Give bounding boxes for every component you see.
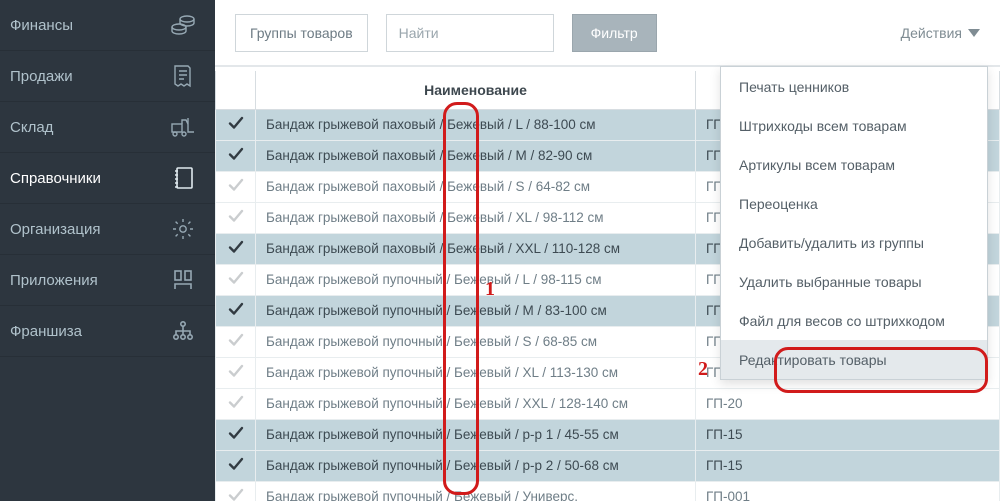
- check-icon[interactable]: [228, 270, 244, 286]
- cell-name: Бандаж грыжевой пупочный / Бежевый / р-р…: [256, 419, 696, 450]
- table-row[interactable]: Бандаж грыжевой пупочный / Бежевый / р-р…: [216, 450, 1000, 481]
- table-row[interactable]: Бандаж грыжевой пупочный / Бежевый / Уни…: [216, 481, 1000, 501]
- cell-sku: ГП-20: [696, 388, 1000, 419]
- table-row[interactable]: Бандаж грыжевой пупочный / Бежевый / XXL…: [216, 388, 1000, 419]
- check-icon[interactable]: [228, 487, 244, 501]
- check-icon[interactable]: [228, 177, 244, 193]
- cell-name: Бандаж грыжевой пупочный / Бежевый / S /…: [256, 326, 696, 357]
- check-icon[interactable]: [228, 115, 244, 131]
- check-icon[interactable]: [228, 239, 244, 255]
- sidebar-item-label: Финансы: [10, 17, 73, 34]
- actions-menu-item-5[interactable]: Удалить выбранные товары: [721, 262, 987, 301]
- actions-menu-item-4[interactable]: Добавить/удалить из группы: [721, 223, 987, 262]
- sidebar-item-1[interactable]: Продажи: [0, 51, 215, 102]
- groups-button[interactable]: Группы товаров: [235, 14, 368, 52]
- sidebar-item-label: Приложения: [10, 272, 98, 289]
- receipt-icon: [169, 62, 197, 90]
- cell-name: Бандаж грыжевой паховый / Бежевый / XL /…: [256, 202, 696, 233]
- sidebar-item-label: Продажи: [10, 68, 73, 85]
- cell-name: Бандаж грыжевой пупочный / Бежевый / L /…: [256, 264, 696, 295]
- sidebar-item-label: Организация: [10, 221, 100, 238]
- sidebar-item-2[interactable]: Склад: [0, 102, 215, 153]
- table-row[interactable]: Бандаж грыжевой пупочный / Бежевый / р-р…: [216, 419, 1000, 450]
- notebook-icon: [169, 164, 197, 192]
- actions-menu-item-6[interactable]: Файл для весов со штрихкодом: [721, 301, 987, 340]
- cell-name: Бандаж грыжевой пупочный / Бежевый / р-р…: [256, 450, 696, 481]
- cell-name: Бандаж грыжевой паховый / Бежевый / M / …: [256, 140, 696, 171]
- apps-icon: [169, 266, 197, 294]
- cell-name: Бандаж грыжевой паховый / Бежевый / L / …: [256, 109, 696, 140]
- actions-label: Действия: [901, 25, 962, 41]
- main-area: Группы товаров Фильтр Действия Наименова…: [215, 0, 1000, 501]
- check-icon[interactable]: [228, 208, 244, 224]
- actions-menu-item-2[interactable]: Артикулы всем товарам: [721, 145, 987, 184]
- sidebar-item-0[interactable]: Финансы: [0, 0, 215, 51]
- actions-trigger[interactable]: Действия: [901, 25, 980, 41]
- cell-name: Бандаж грыжевой паховый / Бежевый / XXL …: [256, 233, 696, 264]
- sidebar-item-5[interactable]: Приложения: [0, 255, 215, 306]
- cell-sku: ГП-15: [696, 450, 1000, 481]
- col-check[interactable]: [216, 71, 256, 109]
- check-icon[interactable]: [228, 425, 244, 441]
- sidebar-item-3[interactable]: Справочники: [0, 153, 215, 204]
- check-icon[interactable]: [228, 363, 244, 379]
- filter-button[interactable]: Фильтр: [572, 14, 657, 52]
- cell-name: Бандаж грыжевой пупочный / Бежевый / Уни…: [256, 481, 696, 501]
- sidebar: Финансы Продажи Склад Справочники Органи…: [0, 0, 215, 501]
- sidebar-item-label: Франшиза: [10, 323, 82, 340]
- actions-menu-item-3[interactable]: Переоценка: [721, 184, 987, 223]
- coins-icon: [169, 11, 197, 39]
- col-name[interactable]: Наименование: [256, 71, 696, 109]
- chevron-down-icon: [968, 29, 980, 37]
- sidebar-item-6[interactable]: Франшиза: [0, 306, 215, 357]
- sidebar-item-label: Справочники: [10, 170, 101, 187]
- cell-sku: ГП-15: [696, 419, 1000, 450]
- gear-icon: [169, 215, 197, 243]
- sidebar-item-4[interactable]: Организация: [0, 204, 215, 255]
- actions-menu-item-7[interactable]: Редактировать товары: [721, 340, 987, 379]
- forklift-icon: [169, 113, 197, 141]
- cell-name: Бандаж грыжевой паховый / Бежевый / S / …: [256, 171, 696, 202]
- cell-sku: ГП-001: [696, 481, 1000, 501]
- tree-icon: [169, 317, 197, 345]
- check-icon[interactable]: [228, 301, 244, 317]
- check-icon[interactable]: [228, 332, 244, 348]
- actions-menu-item-1[interactable]: Штрихкоды всем товарам: [721, 106, 987, 145]
- check-icon[interactable]: [228, 146, 244, 162]
- actions-dropdown: Печать ценниковШтрихкоды всем товарамАрт…: [720, 66, 988, 380]
- cell-name: Бандаж грыжевой пупочный / Бежевый / M /…: [256, 295, 696, 326]
- check-icon[interactable]: [228, 394, 244, 410]
- sidebar-item-label: Склад: [10, 119, 53, 136]
- cell-name: Бандаж грыжевой пупочный / Бежевый / XL …: [256, 357, 696, 388]
- search-input[interactable]: [386, 14, 554, 52]
- toolbar: Группы товаров Фильтр Действия: [215, 0, 1000, 66]
- actions-menu-item-0[interactable]: Печать ценников: [721, 67, 987, 106]
- check-icon[interactable]: [228, 456, 244, 472]
- cell-name: Бандаж грыжевой пупочный / Бежевый / XXL…: [256, 388, 696, 419]
